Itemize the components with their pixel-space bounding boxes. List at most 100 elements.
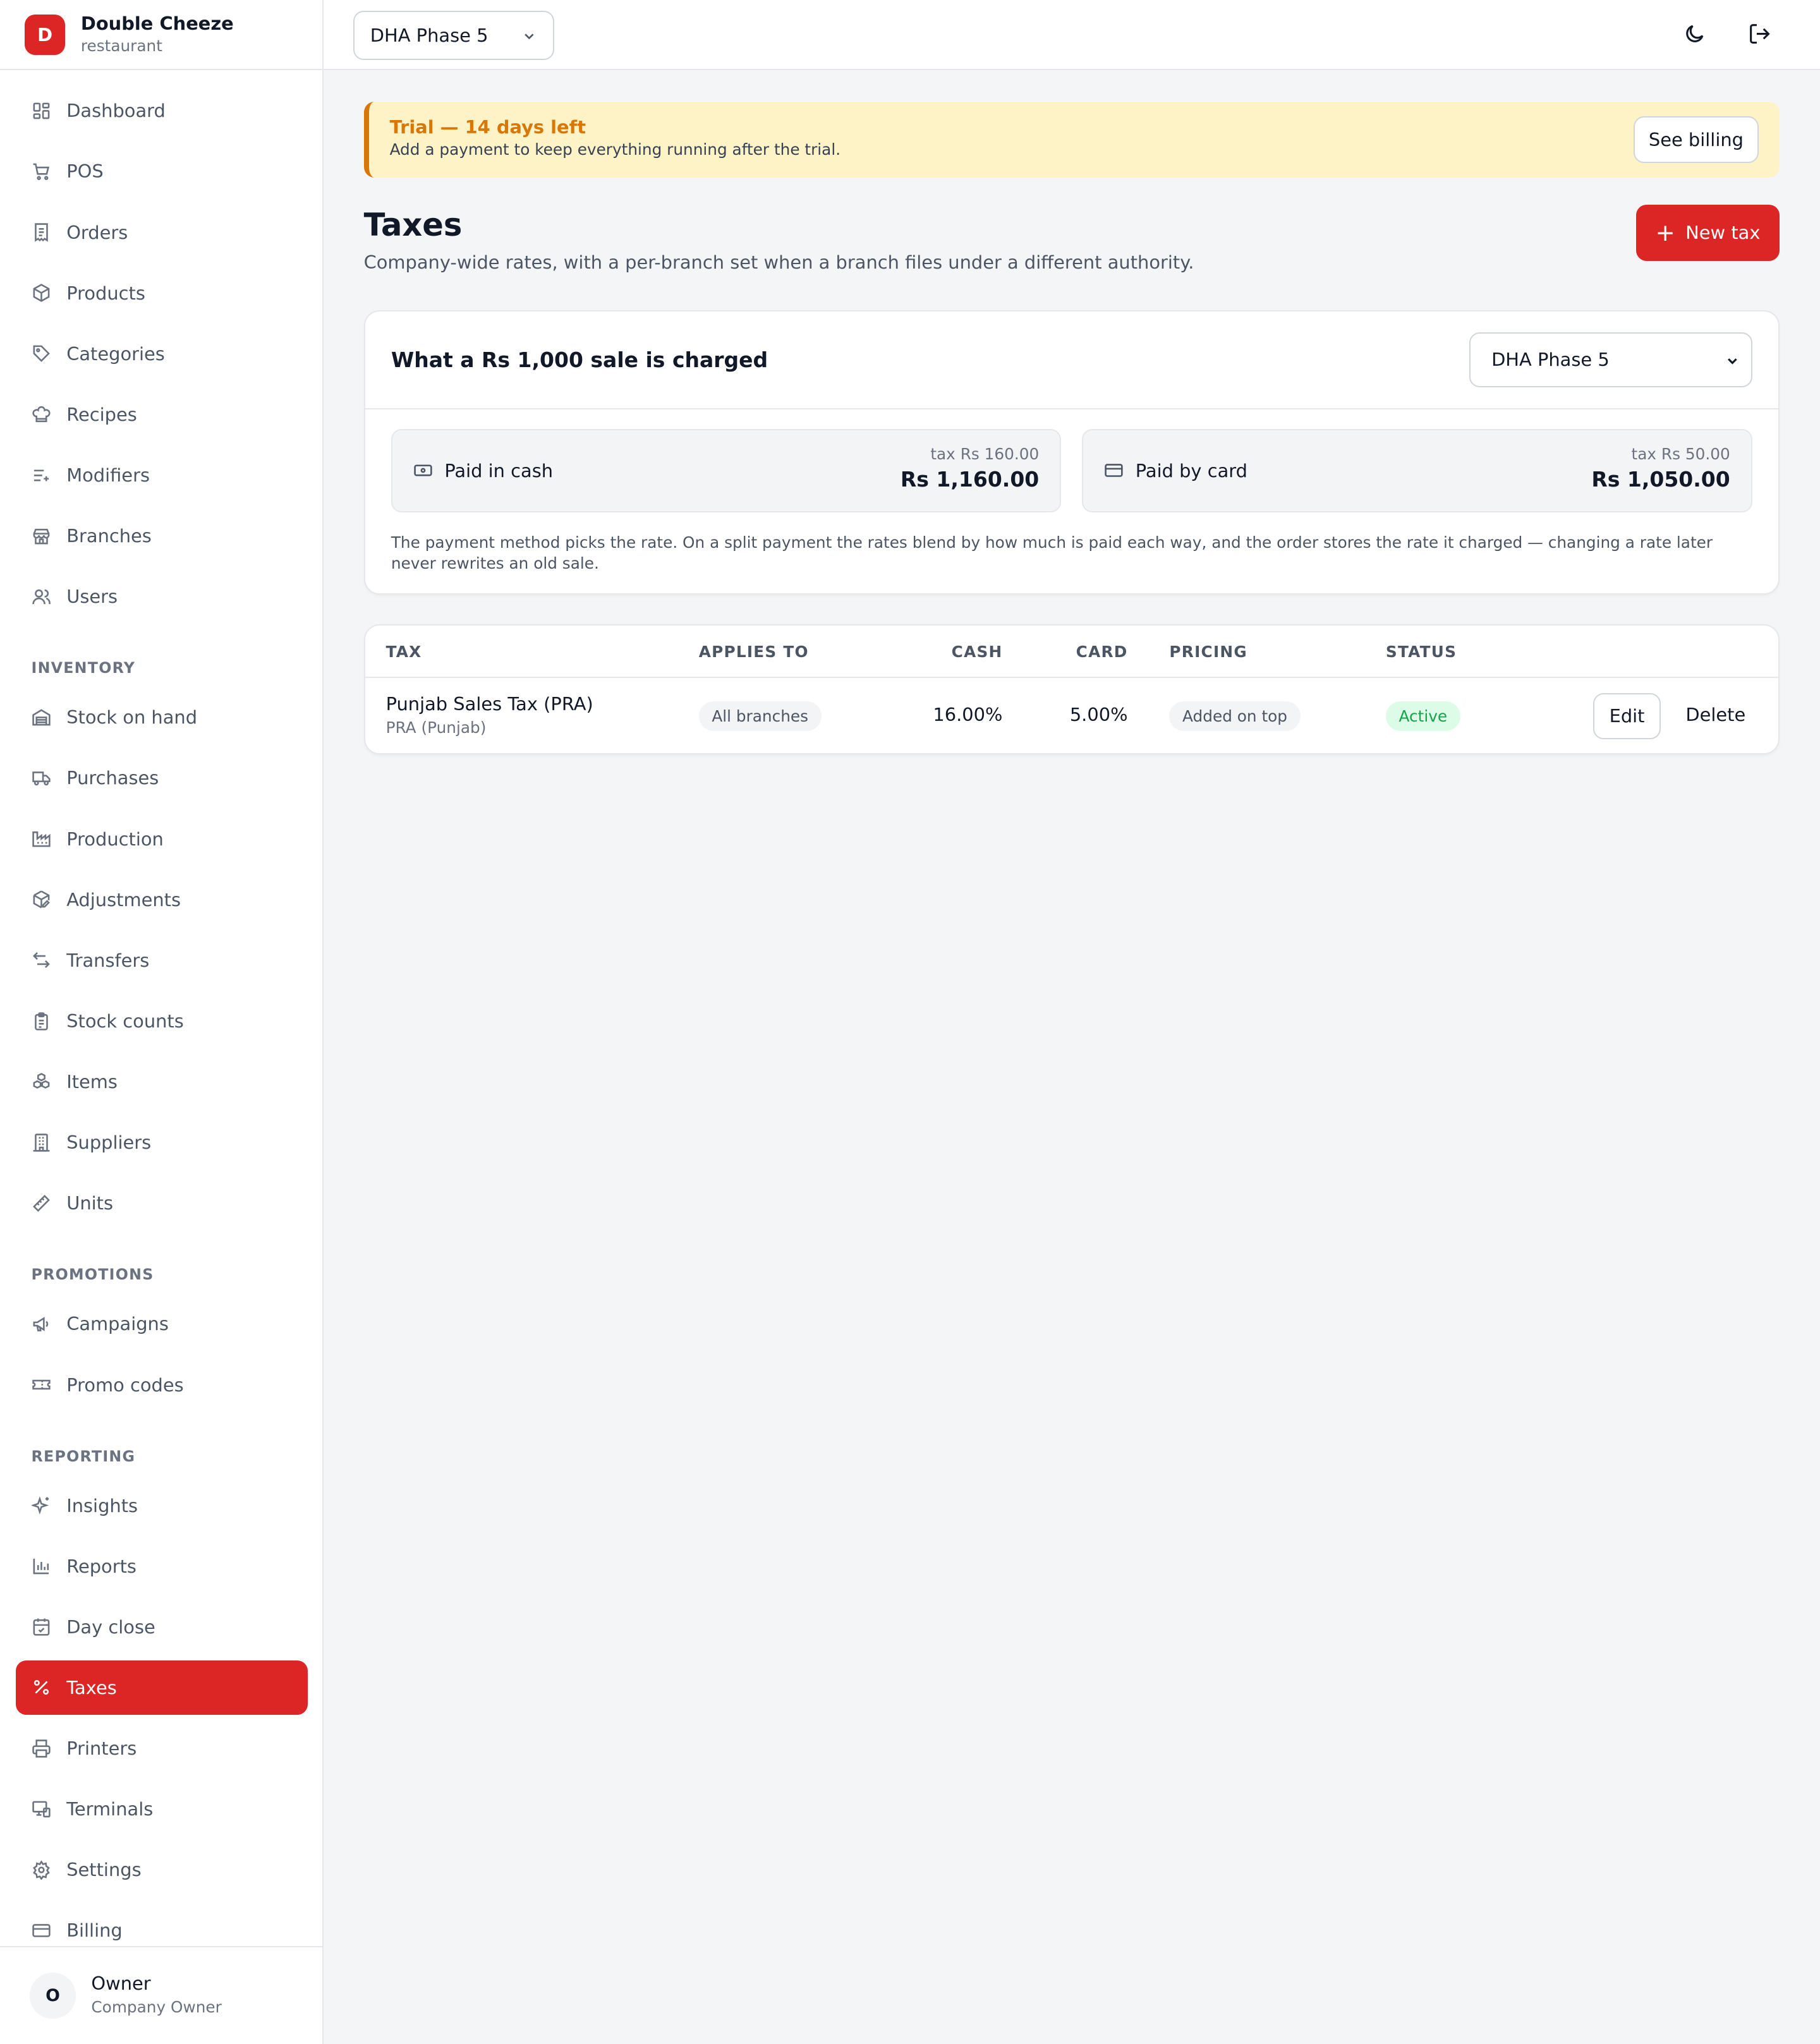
list-plus-icon: [33, 469, 49, 481]
sidebar-item-label: POS: [66, 160, 104, 183]
credit-card-icon: [1105, 464, 1123, 477]
sidebar-item-label: Reports: [66, 1555, 136, 1577]
gear-icon: [32, 1860, 50, 1880]
brand-logo: D: [25, 14, 66, 55]
trial-subtitle: Add a payment to keep everything running…: [389, 140, 841, 159]
cart-icon: [33, 163, 49, 181]
user-menu[interactable]: O Owner Company Owner: [0, 1946, 322, 2044]
clipboard-list-icon: [34, 1012, 48, 1031]
sidebar-item-modifiers[interactable]: Modifiers: [16, 448, 308, 503]
new-tax-label: New tax: [1685, 222, 1761, 244]
new-tax-button[interactable]: + New tax: [1636, 204, 1780, 261]
topbar: DHA Phase 5: [323, 0, 1820, 71]
page-title: Taxes: [363, 206, 463, 243]
sidebar-item-purchases[interactable]: Purchases: [16, 751, 308, 806]
truck-icon: [32, 771, 51, 786]
sidebar-item-printers[interactable]: Printers: [16, 1721, 308, 1776]
column-header-card: CARD: [1076, 642, 1128, 661]
user-name: Owner: [91, 1973, 151, 1995]
sidebar-item-terminals[interactable]: Terminals: [16, 1782, 308, 1837]
branch-switcher-value: DHA Phase 5: [370, 24, 488, 46]
brand[interactable]: D Double Cheeze restaurant: [0, 0, 322, 71]
sidebar-item-products[interactable]: Products: [16, 265, 308, 320]
sidebar-item-insights[interactable]: Insights: [16, 1478, 308, 1533]
user-role: Company Owner: [91, 1998, 222, 2017]
main-content: Trial — 14 days left Add a payment to ke…: [363, 101, 1780, 755]
section-heading-promotions: PROMOTIONS: [31, 1266, 154, 1284]
column-header-cash: CASH: [951, 642, 1003, 661]
sidebar-item-label: Production: [66, 828, 164, 850]
store-icon: [33, 528, 49, 545]
sidebar-item-label: Adjustments: [66, 888, 181, 910]
edit-button[interactable]: Edit: [1592, 693, 1661, 739]
brand-name: Double Cheeze: [80, 12, 234, 34]
column-header-tax: TAX: [385, 642, 422, 661]
sidebar-item-branches[interactable]: Branches: [16, 509, 308, 564]
box-icon: [33, 284, 49, 303]
tax-table: TAX APPLIES TO CASH CARD PRICING STATUS …: [363, 624, 1780, 755]
sidebar-item-label: Purchases: [66, 767, 159, 789]
sidebar-item-promo-codes[interactable]: Promo codes: [16, 1357, 308, 1412]
delete-button[interactable]: Delete: [1685, 704, 1745, 725]
sidebar-item-stock-on-hand[interactable]: Stock on hand: [16, 690, 308, 745]
bar-chart-icon: [33, 1559, 49, 1575]
sidebar-item-campaigns[interactable]: Campaigns: [16, 1297, 308, 1352]
sidebar-item-settings[interactable]: Settings: [16, 1842, 308, 1897]
sidebar-item-label: Terminals: [66, 1798, 154, 1820]
avatar: O: [30, 1973, 76, 2019]
sidebar-item-suppliers[interactable]: Suppliers: [16, 1115, 308, 1170]
ticket-icon: [32, 1379, 51, 1390]
dashboard-icon: [33, 102, 49, 119]
sidebar-item-day-close[interactable]: Day close: [16, 1599, 308, 1654]
sidebar-item-users[interactable]: Users: [16, 569, 308, 624]
sidebar-item-label: Transfers: [66, 949, 150, 971]
sidebar-item-reports[interactable]: Reports: [16, 1539, 308, 1593]
receipt-icon: [34, 223, 48, 242]
page-header: Taxes Company-wide rates, with a per-bra…: [363, 204, 1780, 282]
sidebar-item-stock-counts[interactable]: Stock counts: [16, 994, 308, 1049]
percent-icon: [33, 1680, 49, 1695]
branch-switcher[interactable]: DHA Phase 5: [353, 10, 554, 60]
cash-rate: 16.00%: [933, 703, 1003, 725]
sale-preview-card: What a Rs 1,000 sale is charged DHA Phas…: [363, 310, 1780, 595]
credit-card-icon: [32, 1924, 51, 1937]
preview-branch-select[interactable]: DHA Phase 5: [1469, 332, 1752, 387]
logout-icon[interactable]: [1748, 22, 1771, 45]
calendar-check-icon: [33, 1618, 49, 1636]
sidebar-item-label: Settings: [66, 1859, 142, 1881]
sidebar-item-units[interactable]: Units: [16, 1176, 308, 1231]
sidebar-item-label: Users: [66, 586, 118, 608]
brand-type: restaurant: [80, 36, 162, 55]
sidebar-item-label: Billing: [66, 1920, 123, 1942]
plus-icon: +: [1655, 219, 1675, 246]
sidebar-item-recipes[interactable]: Recipes: [16, 387, 308, 442]
card-rate: 5.00%: [1069, 703, 1128, 725]
sidebar-item-orders[interactable]: Orders: [16, 205, 308, 260]
sidebar-item-label: Suppliers: [66, 1132, 152, 1154]
sidebar-item-dashboard[interactable]: Dashboard: [16, 83, 308, 138]
sidebar-item-label: Stock counts: [66, 1010, 184, 1032]
card-tax: tax Rs 50.00: [1631, 445, 1730, 464]
sidebar-item-label: Printers: [66, 1738, 137, 1760]
pricing-badge: Added on top: [1169, 701, 1301, 732]
sidebar-item-label: Insights: [66, 1494, 138, 1516]
sidebar-item-label: Recipes: [66, 403, 137, 425]
tax-name: Punjab Sales Tax (PRA): [385, 693, 593, 715]
preview-branch-value: DHA Phase 5: [1491, 349, 1610, 371]
sidebar-nav: Dashboard POS Orders Products Categories…: [15, 83, 308, 1964]
sidebar-item-items[interactable]: Items: [16, 1055, 308, 1110]
moon-icon[interactable]: [1683, 22, 1706, 45]
page-subtitle: Company-wide rates, with a per-branch se…: [363, 251, 1194, 274]
sidebar-item-pos[interactable]: POS: [16, 144, 308, 199]
sidebar-item-production[interactable]: Production: [16, 811, 308, 866]
arrows-swap-icon: [32, 952, 50, 969]
sidebar-item-taxes[interactable]: Taxes: [15, 1660, 308, 1715]
sidebar-item-categories[interactable]: Categories: [16, 327, 308, 382]
cash-total: Rs 1,160.00: [900, 467, 1040, 492]
warehouse-icon: [32, 709, 51, 726]
applies-to-badge: All branches: [698, 701, 822, 732]
column-header-applies-to: APPLIES TO: [698, 642, 809, 661]
sidebar-item-adjustments[interactable]: Adjustments: [16, 872, 308, 927]
sidebar-item-transfers[interactable]: Transfers: [16, 933, 308, 988]
see-billing-button[interactable]: See billing: [1633, 116, 1759, 163]
